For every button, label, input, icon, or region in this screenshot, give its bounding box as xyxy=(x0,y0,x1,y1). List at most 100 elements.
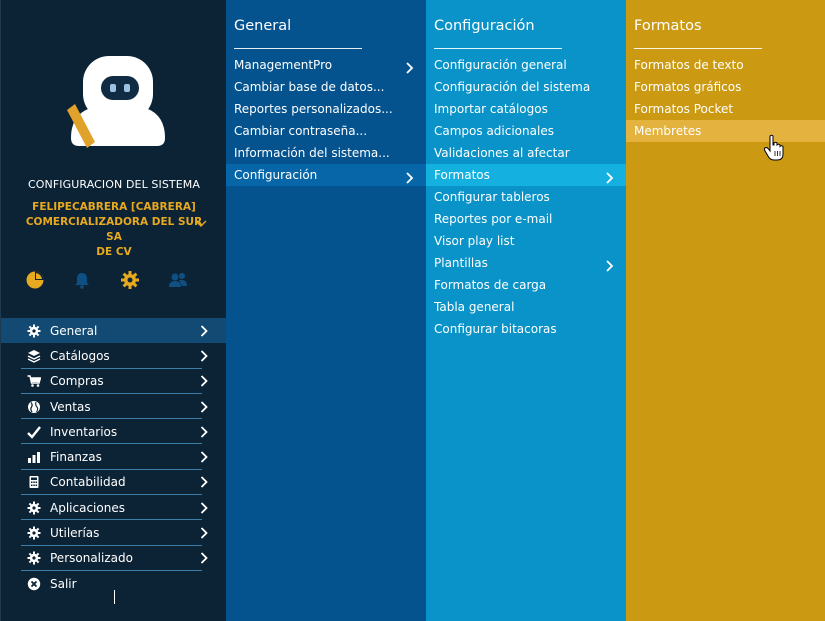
sidebar-item-salir[interactable]: Salir xyxy=(21,571,227,596)
quick-actions xyxy=(1,270,227,292)
chevron-right-icon xyxy=(199,451,209,463)
menu-item-formatos-de-texto[interactable]: Formatos de texto xyxy=(626,54,825,76)
main-menu: General Catálogos Compras Ventas Inventarios… xyxy=(1,318,227,596)
sidebar-item-label: Inventarios xyxy=(50,424,118,439)
menu-item-label: Tabla general xyxy=(434,300,515,314)
menu-item-campos-adicionales[interactable]: Campos adicionales xyxy=(426,120,626,142)
menu-item-reportes-personalizados[interactable]: Reportes personalizados... xyxy=(226,98,426,120)
sidebar-item-label: Finanzas xyxy=(50,450,102,465)
company-name-line1: COMERCIALIZADORA DEL SUR SA xyxy=(25,216,203,243)
menu-item-tabla-general[interactable]: Tabla general xyxy=(426,296,626,318)
sidebar: CONFIGURACION DEL SISTEMA FELIPECABRERA … xyxy=(0,0,227,621)
app-title: CONFIGURACION DEL SISTEMA xyxy=(28,178,200,191)
menu-item-label: Configuración xyxy=(234,168,318,182)
menu-item-configurar-bitacoras[interactable]: Configurar bitacoras xyxy=(426,318,626,340)
menu-item-label: Visor play list xyxy=(434,234,515,248)
pie-chart-icon[interactable] xyxy=(25,270,45,290)
chevron-right-icon xyxy=(605,257,614,272)
menu-item-formatos[interactable]: Formatos xyxy=(426,164,626,186)
menu-item-label: Cambiar base de datos... xyxy=(234,80,385,94)
gear-icon xyxy=(27,526,41,540)
menu-item-membretes[interactable]: Membretes xyxy=(626,120,825,142)
chevron-right-icon xyxy=(405,169,414,184)
sidebar-item-general[interactable]: General xyxy=(1,318,227,344)
menu-item-label: Configurar tableros xyxy=(434,190,550,204)
menu-item-label: ManagementPro xyxy=(234,58,333,72)
gear-icon xyxy=(27,501,41,515)
text-cursor xyxy=(114,590,115,604)
chevron-down-icon[interactable] xyxy=(195,219,207,229)
gear-icon[interactable] xyxy=(120,270,140,290)
gear-icon xyxy=(27,324,41,338)
menu-item-label: Configuración general xyxy=(434,58,567,72)
hand-pointer-cursor-icon xyxy=(763,134,784,161)
chevron-right-icon xyxy=(199,375,209,387)
menu-item-cambiar-base-de-datos[interactable]: Cambiar base de datos... xyxy=(226,76,426,98)
menu-item-label: Configuración del sistema xyxy=(434,80,591,94)
menu-item-formatos-pocket[interactable]: Formatos Pocket xyxy=(626,98,825,120)
divider xyxy=(434,48,562,49)
user-company-selector[interactable]: FELIPECABRERA [CABRERA] COMERCIALIZADORA… xyxy=(21,200,207,260)
sidebar-item-compras[interactable]: Compras xyxy=(21,369,227,394)
sidebar-item-catalogos[interactable]: Catálogos xyxy=(21,343,227,369)
menu-item-validaciones-al-afectar[interactable]: Validaciones al afectar xyxy=(426,142,626,164)
chevron-right-icon xyxy=(199,400,209,413)
chevron-right-icon xyxy=(199,502,209,514)
menu-item-visor-play-list[interactable]: Visor play list xyxy=(426,230,626,252)
calculator-icon xyxy=(27,475,41,489)
chevron-right-icon xyxy=(405,59,414,74)
menu-item-configuracion-del-sistema[interactable]: Configuración del sistema xyxy=(426,76,626,98)
sidebar-item-label: Catálogos xyxy=(50,348,110,363)
cart-icon xyxy=(27,374,42,388)
menu-item-reportes-por-e-mail[interactable]: Reportes por e-mail xyxy=(426,208,626,230)
sidebar-item-label: Utilerías xyxy=(50,526,100,541)
menu-item-formatos-graficos[interactable]: Formatos gráficos xyxy=(626,76,825,98)
menu-item-label: Validaciones al afectar xyxy=(434,146,570,160)
divider xyxy=(234,48,362,49)
bell-icon[interactable] xyxy=(72,270,92,290)
sidebar-item-label: Aplicaciones xyxy=(50,500,125,515)
menu-item-label: Cambiar contraseña... xyxy=(234,124,368,138)
menu-item-label: Configurar bitacoras xyxy=(434,322,557,336)
menu-item-label: Formatos Pocket xyxy=(634,102,734,116)
general-submenu-title: General xyxy=(234,18,292,34)
sidebar-item-contabilidad[interactable]: Contabilidad xyxy=(21,470,227,496)
globe-icon xyxy=(27,400,41,414)
chevron-right-icon xyxy=(605,169,614,184)
sidebar-item-personalizado[interactable]: Personalizado xyxy=(21,546,227,571)
menu-item-label: Formatos de carga xyxy=(434,278,547,292)
menu-item-managementpro[interactable]: ManagementPro xyxy=(226,54,426,76)
menu-item-configuracion[interactable]: Configuración xyxy=(226,164,426,186)
sidebar-item-inventarios[interactable]: Inventarios xyxy=(21,419,227,445)
close-circle-icon xyxy=(27,577,41,591)
sidebar-item-finanzas[interactable]: Finanzas xyxy=(21,444,227,470)
menu-item-formatos-de-carga[interactable]: Formatos de carga xyxy=(426,274,626,296)
sidebar-item-aplicaciones[interactable]: Aplicaciones xyxy=(21,495,227,521)
check-icon xyxy=(27,425,41,439)
menu-item-configuracion-general[interactable]: Configuración general xyxy=(426,54,626,76)
menu-item-plantillas[interactable]: Plantillas xyxy=(426,252,626,274)
formatos-submenu-title: Formatos xyxy=(634,18,702,34)
configuracion-submenu: Configuración Configuración general Confi… xyxy=(426,0,626,621)
chevron-right-icon xyxy=(199,426,209,438)
menu-item-label: Formatos de texto xyxy=(634,58,744,72)
sidebar-item-label: Ventas xyxy=(50,399,91,414)
menu-item-label: Información del sistema... xyxy=(234,146,390,160)
sidebar-item-label: General xyxy=(50,323,98,338)
configuracion-submenu-list: Configuración general Configuración del s… xyxy=(426,54,626,340)
menu-item-configurar-tableros[interactable]: Configurar tableros xyxy=(426,186,626,208)
menu-item-informacion-del-sistema[interactable]: Información del sistema... xyxy=(226,142,426,164)
menu-item-label: Importar catálogos xyxy=(434,102,548,116)
sidebar-item-ventas[interactable]: Ventas xyxy=(21,394,227,420)
chevron-right-icon xyxy=(199,325,209,337)
users-icon[interactable] xyxy=(168,270,188,290)
menu-item-importar-catalogos[interactable]: Importar catálogos xyxy=(426,98,626,120)
formatos-submenu-list: Formatos de texto Formatos gráficos Format… xyxy=(626,54,825,142)
sidebar-item-utilerias[interactable]: Utilerías xyxy=(21,520,227,546)
chevron-right-icon xyxy=(199,350,209,362)
menu-item-label: Membretes xyxy=(634,124,702,138)
menu-item-cambiar-contrasena[interactable]: Cambiar contraseña... xyxy=(226,120,426,142)
formatos-submenu: Formatos Formatos de texto Formatos gráfi… xyxy=(626,0,825,621)
chevron-right-icon xyxy=(199,527,209,539)
robot-avatar-icon xyxy=(67,56,165,148)
